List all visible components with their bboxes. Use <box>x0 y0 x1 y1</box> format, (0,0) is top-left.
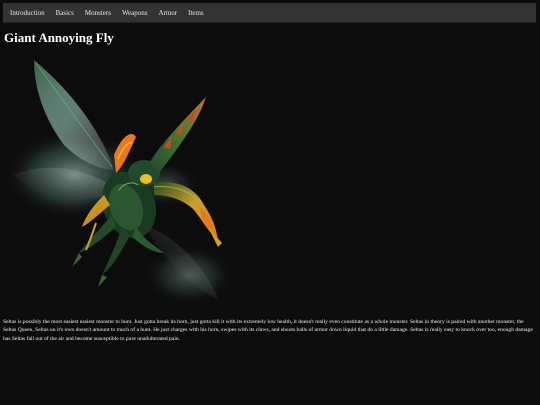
nav-item-armor[interactable]: Armor <box>154 3 184 23</box>
nav-item-basics[interactable]: Basics <box>52 3 81 23</box>
nav-item-introduction[interactable]: Introduction <box>6 3 52 23</box>
nav-item-weapons[interactable]: Weapons <box>118 3 154 23</box>
nav-item-monsters[interactable]: Monsters <box>81 3 118 23</box>
nav-item-items[interactable]: Items <box>184 3 211 23</box>
top-navbar: Introduction Basics Monsters Weapons Arm… <box>3 3 536 23</box>
seltas-monster-image <box>4 60 234 305</box>
monster-description: Seltas is possibly the most easiest easi… <box>3 319 533 342</box>
page-title: Giant Annoying Fly <box>4 30 114 45</box>
